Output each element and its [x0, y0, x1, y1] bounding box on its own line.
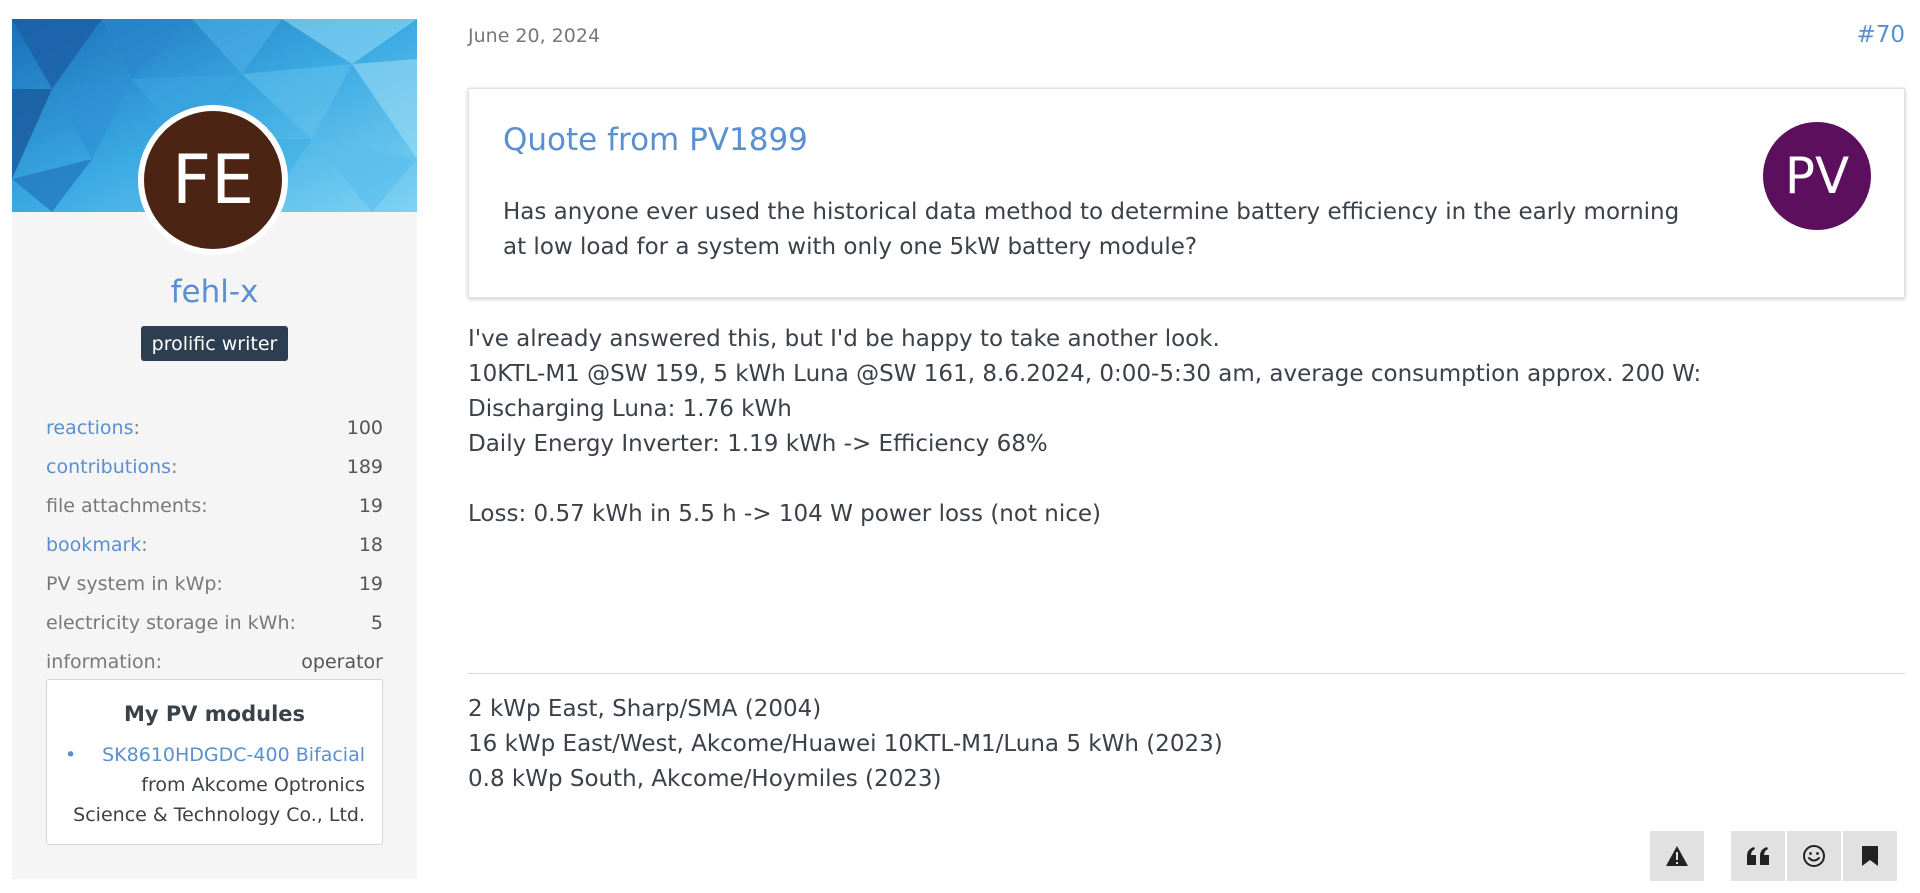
stat-label-information: information:: [46, 650, 163, 673]
stat-value-information: operator: [301, 650, 383, 673]
stat-value-electricity-storage: 5: [370, 611, 383, 634]
react-button[interactable]: [1787, 831, 1841, 881]
quote-block: Quote from PV1899 Has anyone ever used t…: [468, 88, 1905, 298]
list-bullet: •: [65, 744, 77, 766]
quote-author-avatar[interactable]: PV: [1763, 122, 1871, 230]
stat-label-electricity-storage: electricity storage in kWh:: [46, 611, 296, 634]
stat-label-file-attachments: file attachments:: [46, 494, 208, 517]
stat-value-file-attachments: 19: [358, 494, 383, 517]
report-button[interactable]: [1650, 831, 1704, 881]
post-body: I've already answered this, but I'd be h…: [468, 322, 1905, 532]
signature-divider: [468, 673, 1905, 674]
signature-line: 2 kWp East, Sharp/SMA (2004): [468, 696, 822, 722]
author-avatar-initials: FE: [171, 140, 255, 220]
pv-module-item: • SK8610HDGDC-400 Bifacial from Akcome O…: [65, 740, 365, 830]
stat-row-electricity-storage: electricity storage in kWh: 5: [46, 603, 383, 642]
bookmark-icon: [1861, 845, 1879, 867]
stat-row-information: information: operator: [46, 642, 383, 681]
pv-module-maker-line2: Science & Technology Co., Ltd.: [73, 804, 365, 826]
author-stats: reactions 100 contributions 189 file att…: [46, 408, 383, 681]
bookmark-button[interactable]: [1843, 831, 1897, 881]
author-avatar[interactable]: FE: [138, 105, 288, 255]
pv-module-link[interactable]: SK8610HDGDC-400 Bifacial: [102, 744, 365, 766]
signature-line: 0.8 kWp South, Akcome/Hoymiles (2023): [468, 766, 942, 792]
author-username[interactable]: fehl-x: [12, 274, 417, 310]
stat-row-reactions: reactions 100: [46, 408, 383, 447]
quote-text: Has anyone ever used the historical data…: [503, 199, 1680, 260]
stat-label-pv-system: PV system in kWp:: [46, 572, 223, 595]
quote-icon: [1746, 846, 1770, 866]
stat-label-bookmark[interactable]: bookmark: [46, 534, 148, 556]
stat-value-pv-system: 19: [358, 572, 383, 595]
post-body-line: Loss: 0.57 kWh in 5.5 h -> 104 W power l…: [468, 501, 1102, 527]
stat-row-contributions: contributions 189: [46, 447, 383, 486]
quote-button[interactable]: [1731, 831, 1785, 881]
stat-value-contributions: 189: [346, 455, 383, 478]
stat-row-pv-system: PV system in kWp: 19: [46, 564, 383, 603]
warning-icon: [1665, 845, 1689, 867]
stat-row-file-attachments: file attachments: 19: [46, 486, 383, 525]
stat-row-bookmark: bookmark 18: [46, 525, 383, 564]
post-body-line: Daily Energy Inverter: 1.19 kWh -> Effic…: [468, 431, 1048, 457]
author-sidebar: FE fehl-x prolific writer reactions 100 …: [12, 19, 417, 879]
pv-modules-box: My PV modules • SK8610HDGDC-400 Bifacial…: [46, 679, 383, 845]
stat-label-reactions[interactable]: reactions: [46, 417, 140, 439]
stat-value-reactions: 100: [346, 416, 383, 439]
quote-avatar-initials: PV: [1784, 147, 1850, 205]
post-signature: 2 kWp East, Sharp/SMA (2004) 16 kWp East…: [468, 692, 1905, 797]
pv-module-maker-line1: from Akcome Optronics: [141, 774, 365, 796]
signature-line: 16 kWp East/West, Akcome/Huawei 10KTL-M1…: [468, 731, 1223, 757]
post-number-link[interactable]: #70: [1856, 22, 1905, 48]
smiley-icon: [1802, 844, 1826, 868]
post-body-line: 10KTL-M1 @SW 159, 5 kWh Luna @SW 161, 8.…: [468, 361, 1702, 387]
post-body-line: I've already answered this, but I'd be h…: [468, 326, 1220, 352]
author-rank-badge: prolific writer: [141, 326, 288, 361]
stat-label-contributions[interactable]: contributions: [46, 456, 177, 478]
post-date[interactable]: June 20, 2024: [468, 25, 600, 47]
pv-modules-title: My PV modules: [123, 702, 306, 726]
stat-value-bookmark: 18: [358, 533, 383, 556]
post-body-line: Discharging Luna: 1.76 kWh: [468, 396, 792, 422]
quote-source-link[interactable]: Quote from PV1899: [503, 122, 808, 158]
